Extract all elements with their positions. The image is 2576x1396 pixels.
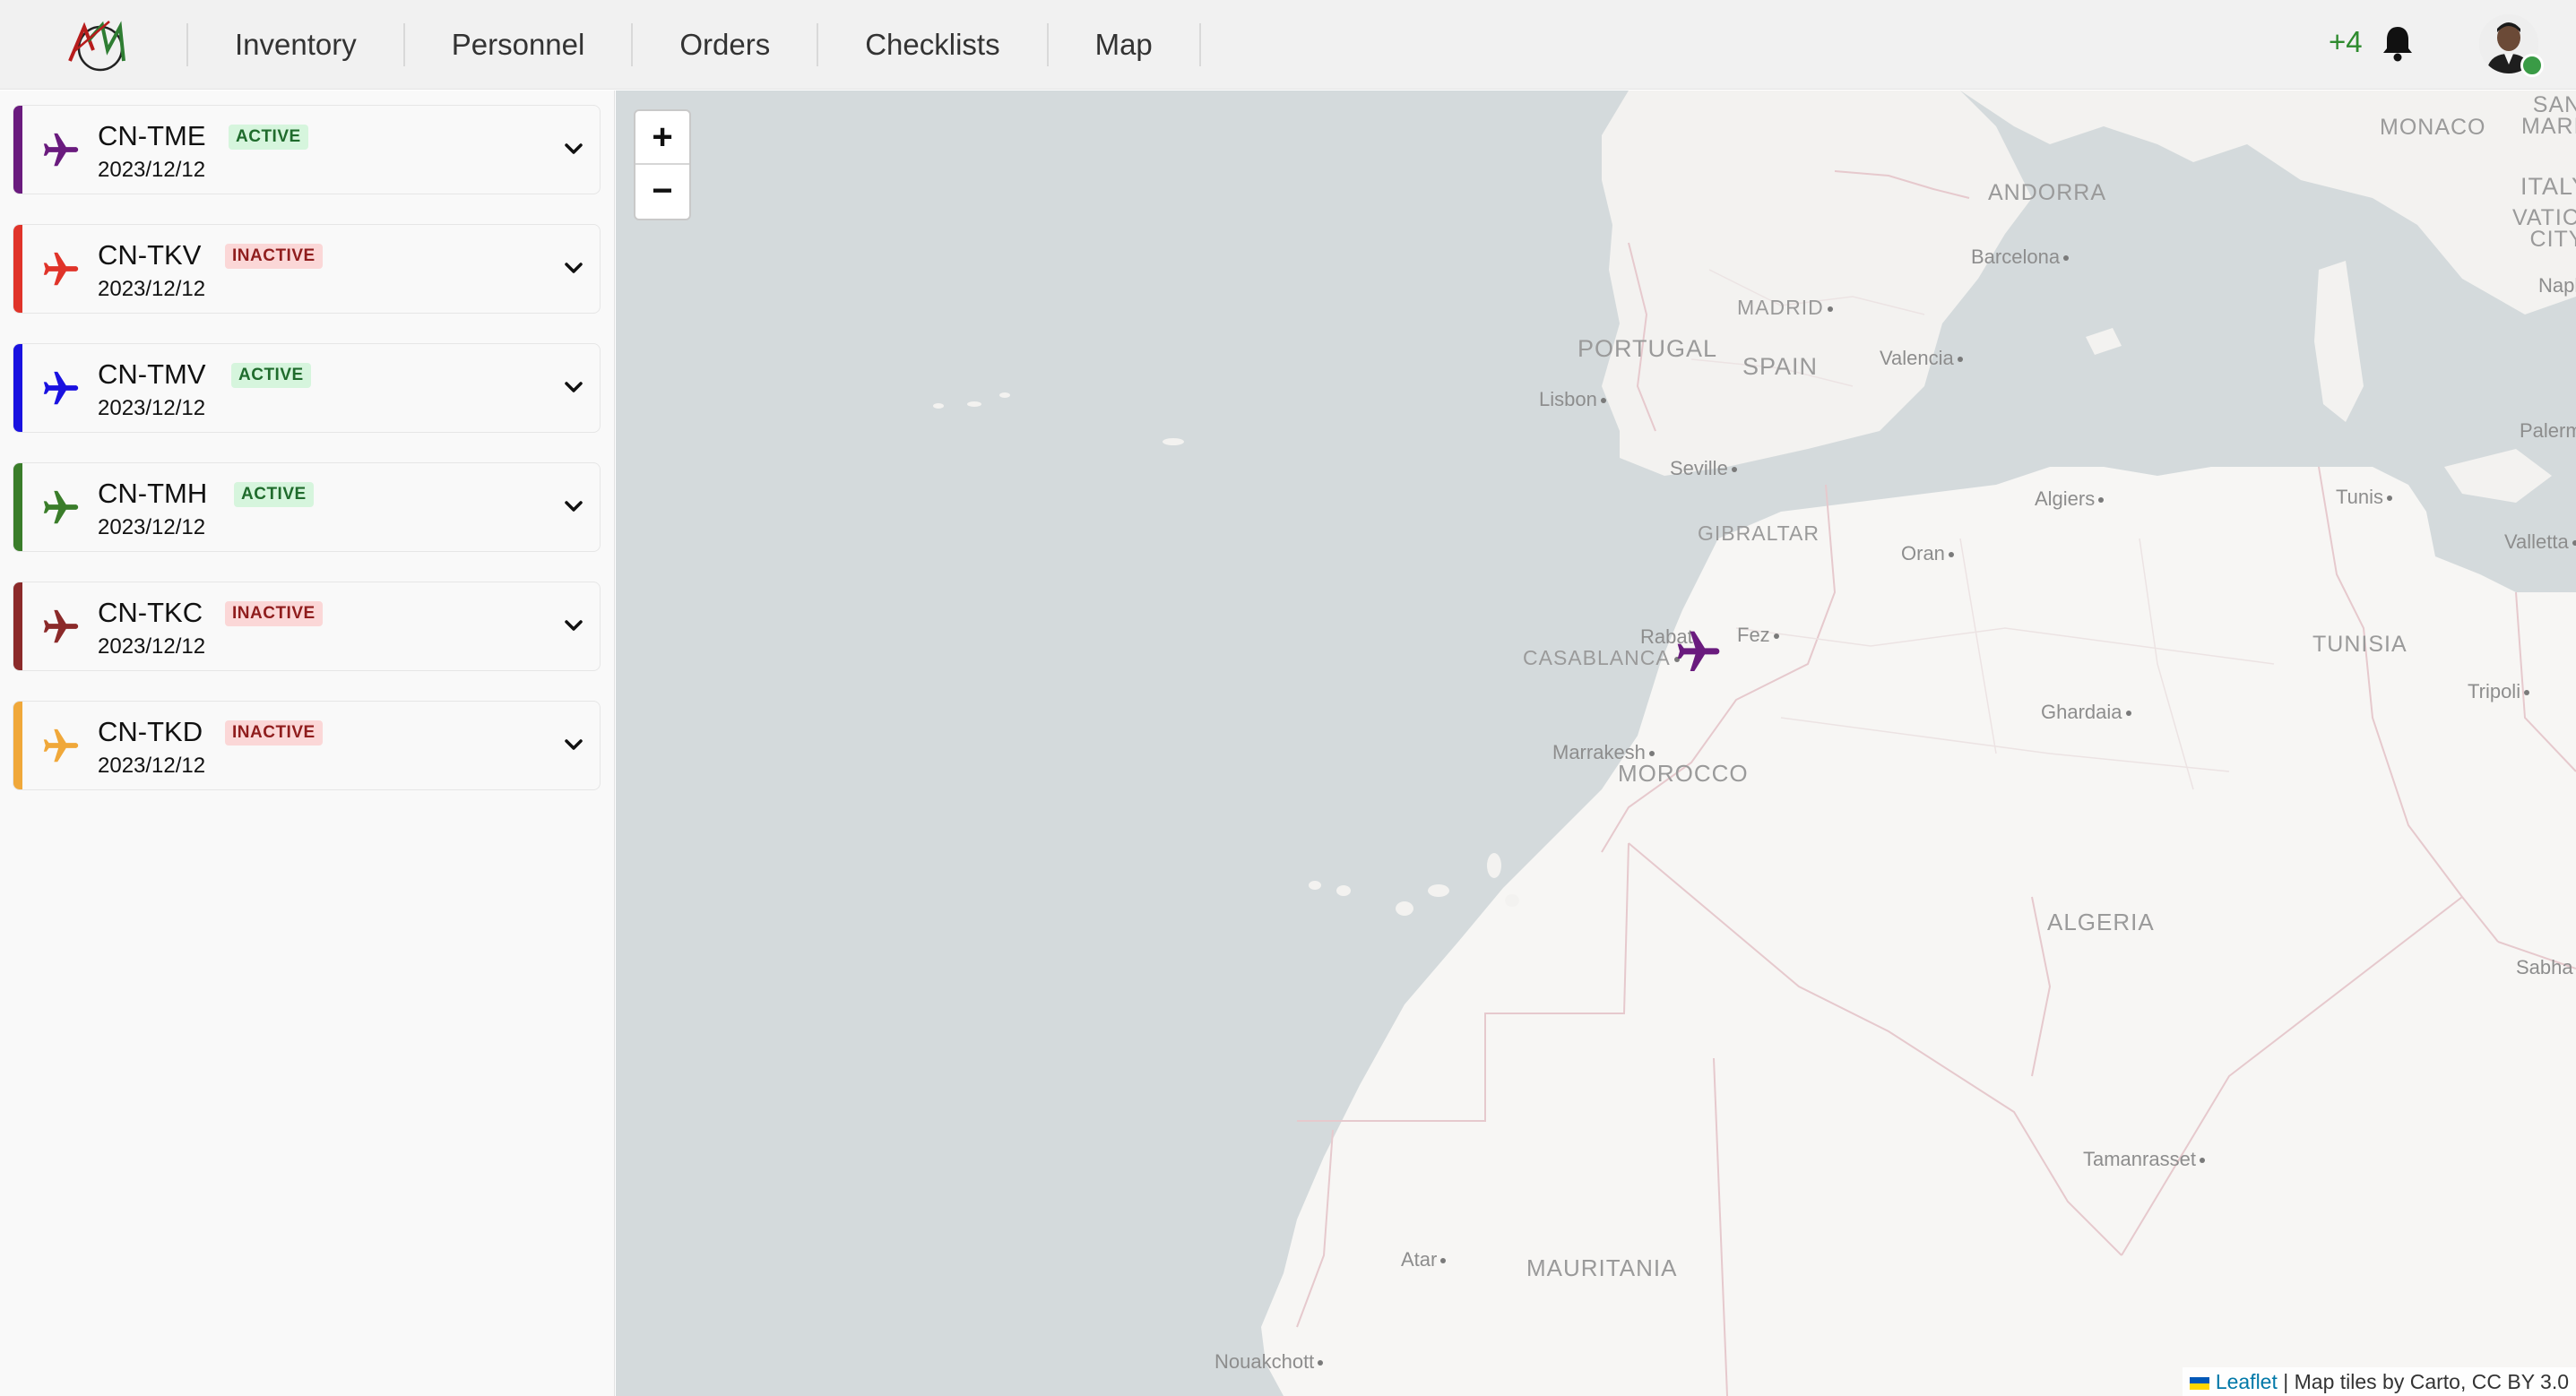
chevron-down-icon[interactable] bbox=[564, 380, 583, 394]
aircraft-card[interactable]: CN-TKV INACTIVE 2023/12/12 bbox=[13, 224, 601, 314]
ukraine-flag-icon bbox=[2190, 1377, 2210, 1390]
chevron-down-icon[interactable] bbox=[564, 261, 583, 275]
map-label-andorra: ANDORRA bbox=[1988, 180, 2107, 205]
online-status-indicator bbox=[2520, 54, 2544, 77]
chevron-down-icon[interactable] bbox=[564, 499, 583, 513]
aircraft-registration: CN-TME bbox=[98, 120, 206, 151]
main-nav: Inventory Personnel Orders Checklists Ma… bbox=[186, 0, 1201, 90]
map-label-portugal: PORTUGAL bbox=[1578, 335, 1718, 362]
map-label-madrid: MADRID bbox=[1737, 296, 1833, 320]
aircraft-color-strip bbox=[13, 106, 22, 194]
aircraft-date: 2023/12/12 bbox=[98, 277, 206, 301]
map-label-valencia: Valencia bbox=[1880, 347, 1963, 370]
map-label-valletta: Valletta bbox=[2504, 530, 2576, 554]
status-badge: ACTIVE bbox=[231, 363, 311, 388]
map-label-tunisia: TUNISIA bbox=[2312, 632, 2407, 657]
status-badge: INACTIVE bbox=[225, 244, 323, 269]
aircraft-registration: CN-TMH bbox=[98, 478, 208, 509]
map-label-atar: Atar bbox=[1401, 1248, 1447, 1271]
chevron-down-icon[interactable] bbox=[564, 737, 583, 752]
map-label-fez: Fez bbox=[1737, 624, 1779, 647]
attribution-text: | Map tiles by Carto, CC BY 3.0 bbox=[2283, 1370, 2569, 1393]
map-label-sabha: Sabha bbox=[2516, 956, 2573, 978]
status-badge: ACTIVE bbox=[229, 125, 308, 150]
aircraft-card[interactable]: CN-TMV ACTIVE 2023/12/12 bbox=[13, 343, 601, 433]
nav-item-inventory[interactable]: Inventory bbox=[188, 0, 403, 90]
map-label-nouakchott: Nouakchott bbox=[1215, 1350, 1324, 1374]
airplane-icon bbox=[43, 371, 79, 405]
aircraft-color-strip bbox=[13, 344, 22, 432]
top-navigation-bar: Inventory Personnel Orders Checklists Ma… bbox=[0, 0, 2576, 90]
airplane-icon bbox=[43, 609, 79, 643]
aircraft-color-strip bbox=[13, 582, 22, 670]
map-label-barcelona: Barcelona bbox=[1971, 246, 2070, 269]
chevron-down-icon[interactable] bbox=[564, 618, 583, 633]
aircraft-marker-airplane-icon[interactable] bbox=[1671, 627, 1726, 677]
map-label-tripoli: Tripoli bbox=[2468, 680, 2530, 703]
nav-item-personnel[interactable]: Personnel bbox=[405, 0, 632, 90]
leaflet-link[interactable]: Leaflet bbox=[2216, 1370, 2278, 1393]
map-label-oran: Oran bbox=[1901, 542, 1954, 565]
zoom-in-button[interactable]: + bbox=[635, 111, 689, 165]
aircraft-registration: CN-TMV bbox=[98, 358, 206, 390]
map-label-casablanca: CASABLANCA bbox=[1523, 646, 1680, 670]
map-label-gibraltar: GIBRALTAR bbox=[1698, 521, 1820, 545]
map-attribution: Leaflet | Map tiles by Carto, CC BY 3.0 bbox=[2183, 1367, 2576, 1396]
map-label-mauritania: MAURITANIA bbox=[1526, 1254, 1678, 1281]
aircraft-date: 2023/12/12 bbox=[98, 158, 206, 182]
aircraft-card[interactable]: CN-TME ACTIVE 2023/12/12 bbox=[13, 105, 601, 194]
aircraft-registration: CN-TKD bbox=[98, 716, 203, 747]
aircraft-card[interactable]: CN-TMH ACTIVE 2023/12/12 bbox=[13, 462, 601, 552]
app-logo-icon[interactable] bbox=[65, 14, 133, 73]
map-label-naples: Naples bbox=[2538, 274, 2576, 297]
bell-icon[interactable] bbox=[2380, 23, 2416, 63]
status-badge: INACTIVE bbox=[225, 720, 323, 745]
chevron-down-icon[interactable] bbox=[564, 142, 583, 156]
aircraft-date: 2023/12/12 bbox=[98, 515, 206, 539]
map-label-algeria: ALGERIA bbox=[2047, 909, 2155, 935]
aircraft-color-strip bbox=[13, 225, 22, 313]
map-label-lisbon: Lisbon bbox=[1539, 388, 1606, 411]
nav-item-orders[interactable]: Orders bbox=[633, 0, 817, 90]
nav-item-map[interactable]: Map bbox=[1049, 0, 1199, 90]
aircraft-color-strip bbox=[13, 463, 22, 551]
aircraft-date: 2023/12/12 bbox=[98, 396, 206, 420]
notification-count[interactable]: +4 bbox=[2329, 25, 2363, 59]
map-label-vatican: VATICAN CITY bbox=[2512, 205, 2576, 252]
aircraft-card[interactable]: CN-TKD INACTIVE 2023/12/12 bbox=[13, 701, 601, 790]
map-view[interactable]: MONACO SAN MARINO ANDORRA ITALY VATICAN … bbox=[616, 90, 2576, 1396]
map-label-tunis: Tunis bbox=[2336, 486, 2392, 509]
map-label-morocco: MOROCCO bbox=[1618, 760, 1749, 787]
nav-item-checklists[interactable]: Checklists bbox=[818, 0, 1046, 90]
zoom-out-button[interactable]: − bbox=[635, 165, 689, 219]
aircraft-date: 2023/12/12 bbox=[98, 634, 206, 659]
nav-divider bbox=[1198, 23, 1201, 66]
status-badge: ACTIVE bbox=[234, 482, 314, 507]
aircraft-registration: CN-TKC bbox=[98, 597, 203, 628]
aircraft-sidebar: CN-TME ACTIVE 2023/12/12 CN-TKV INACTIVE 2023… bbox=[0, 90, 615, 1396]
map-label-san-marino: SAN MARINO bbox=[2521, 92, 2576, 139]
map-label-monaco: MONACO bbox=[2380, 115, 2486, 140]
aircraft-card[interactable]: CN-TKC INACTIVE 2023/12/12 bbox=[13, 582, 601, 671]
airplane-icon bbox=[43, 133, 79, 167]
aircraft-date: 2023/12/12 bbox=[98, 754, 206, 778]
map-label-italy: ITALY bbox=[2520, 173, 2576, 200]
map-label-palermo: Palermo bbox=[2520, 419, 2576, 442]
map-label-algiers: Algiers bbox=[2035, 487, 2105, 511]
map-label-seville: Seville bbox=[1670, 457, 1737, 480]
airplane-icon bbox=[43, 490, 79, 524]
aircraft-color-strip bbox=[13, 702, 22, 789]
map-label-spain: SPAIN bbox=[1742, 353, 1819, 380]
map-label-tamanrasset: Tamanrasset bbox=[2083, 1148, 2205, 1171]
map-label-ghardaia: Ghardaia bbox=[2041, 701, 2131, 724]
airplane-icon bbox=[43, 252, 79, 286]
map-zoom-control: + − bbox=[634, 109, 691, 220]
status-badge: INACTIVE bbox=[225, 601, 323, 626]
airplane-icon bbox=[43, 728, 79, 763]
aircraft-registration: CN-TKV bbox=[98, 239, 202, 271]
